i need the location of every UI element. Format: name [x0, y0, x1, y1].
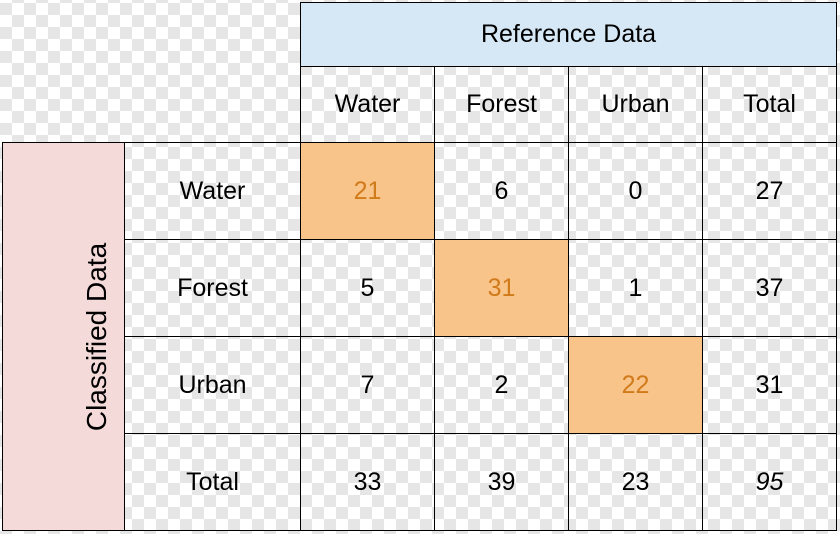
cell-urban-forest: 2 — [435, 337, 569, 434]
col-header-forest: Forest — [435, 67, 569, 143]
blank-corner — [3, 3, 301, 143]
cell-forest-forest: 31 — [435, 240, 569, 337]
confusion-matrix-table: Reference Data Water Forest Urban Total … — [2, 2, 837, 531]
col-total-water: 33 — [301, 434, 435, 531]
cell-urban-urban: 22 — [569, 337, 703, 434]
grand-total: 95 — [703, 434, 837, 531]
classified-data-header-label: Classified Data — [81, 242, 113, 430]
cell-urban-water: 7 — [301, 337, 435, 434]
col-total-forest: 39 — [435, 434, 569, 531]
col-header-urban: Urban — [569, 67, 703, 143]
cell-forest-urban: 1 — [569, 240, 703, 337]
cell-forest-water: 5 — [301, 240, 435, 337]
col-header-water: Water — [301, 67, 435, 143]
row-total-urban: 31 — [703, 337, 837, 434]
cell-water-water: 21 — [301, 143, 435, 240]
row-header-forest: Forest — [125, 240, 301, 337]
row-total-forest: 37 — [703, 240, 837, 337]
col-header-total: Total — [703, 67, 837, 143]
row-total-water: 27 — [703, 143, 837, 240]
cell-water-urban: 0 — [569, 143, 703, 240]
classified-data-header: Classified Data — [3, 143, 125, 531]
row-header-total: Total — [125, 434, 301, 531]
reference-data-header: Reference Data — [301, 3, 837, 67]
cell-water-forest: 6 — [435, 143, 569, 240]
row-header-urban: Urban — [125, 337, 301, 434]
col-total-urban: 23 — [569, 434, 703, 531]
row-header-water: Water — [125, 143, 301, 240]
